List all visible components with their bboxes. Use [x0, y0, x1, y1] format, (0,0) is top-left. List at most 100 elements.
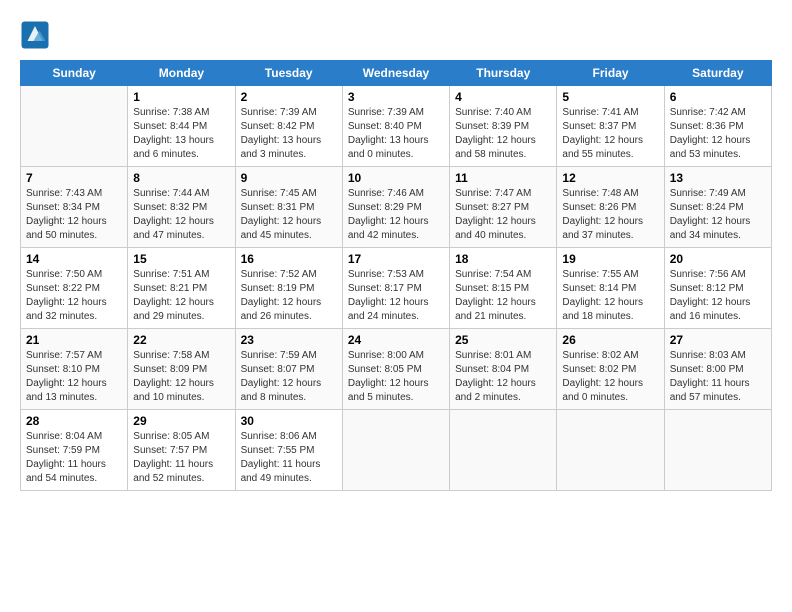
- day-number: 29: [133, 414, 229, 428]
- calendar-week-row: 1 Sunrise: 7:38 AM Sunset: 8:44 PM Daylig…: [21, 86, 772, 167]
- calendar-cell: 25 Sunrise: 8:01 AM Sunset: 8:04 PM Dayli…: [450, 329, 557, 410]
- day-number: 8: [133, 171, 229, 185]
- col-header-friday: Friday: [557, 61, 664, 86]
- logo: [20, 20, 54, 50]
- calendar-cell: 28 Sunrise: 8:04 AM Sunset: 7:59 PM Dayli…: [21, 410, 128, 491]
- calendar-cell: 15 Sunrise: 7:51 AM Sunset: 8:21 PM Dayli…: [128, 248, 235, 329]
- day-info: Sunrise: 7:47 AM Sunset: 8:27 PM Dayligh…: [455, 187, 551, 243]
- calendar-cell: 21Sunrise: 7:57 AM Sunset: 8:10 PM Dayli…: [21, 329, 128, 410]
- day-info: Sunrise: 7:41 AM Sunset: 8:37 PM Dayligh…: [562, 106, 658, 162]
- day-info: Sunrise: 7:50 AM Sunset: 8:22 PM Dayligh…: [26, 268, 122, 324]
- day-number: 1: [133, 90, 229, 104]
- calendar-cell: 11Sunrise: 7:47 AM Sunset: 8:27 PM Dayli…: [450, 167, 557, 248]
- col-header-monday: Monday: [128, 61, 235, 86]
- day-info: Sunrise: 8:01 AM Sunset: 8:04 PM Dayligh…: [455, 349, 551, 405]
- day-info: Sunrise: 7:52 AM Sunset: 8:19 PM Dayligh…: [241, 268, 337, 324]
- day-info: Sunrise: 7:48 AM Sunset: 8:26 PM Dayligh…: [562, 187, 658, 243]
- day-number: 7: [26, 171, 122, 185]
- day-number: 3: [348, 90, 444, 104]
- calendar-cell: 4 Sunrise: 7:40 AM Sunset: 8:39 PM Daylig…: [450, 86, 557, 167]
- day-info: Sunrise: 7:42 AM Sunset: 8:36 PM Dayligh…: [670, 106, 766, 162]
- day-number: 25: [455, 333, 551, 347]
- day-info: Sunrise: 7:46 AM Sunset: 8:29 PM Dayligh…: [348, 187, 444, 243]
- calendar-week-row: 21Sunrise: 7:57 AM Sunset: 8:10 PM Dayli…: [21, 329, 772, 410]
- day-number: 28: [26, 414, 122, 428]
- calendar-cell: 16 Sunrise: 7:52 AM Sunset: 8:19 PM Dayli…: [235, 248, 342, 329]
- day-info: Sunrise: 7:39 AM Sunset: 8:40 PM Dayligh…: [348, 106, 444, 162]
- calendar-cell: 12 Sunrise: 7:48 AM Sunset: 8:26 PM Dayli…: [557, 167, 664, 248]
- day-number: 9: [241, 171, 337, 185]
- logo-icon: [20, 20, 50, 50]
- calendar-table: SundayMondayTuesdayWednesdayThursdayFrid…: [20, 60, 772, 491]
- calendar-cell: 8 Sunrise: 7:44 AM Sunset: 8:32 PM Daylig…: [128, 167, 235, 248]
- calendar-cell: 3 Sunrise: 7:39 AM Sunset: 8:40 PM Daylig…: [342, 86, 449, 167]
- day-number: 5: [562, 90, 658, 104]
- day-info: Sunrise: 7:44 AM Sunset: 8:32 PM Dayligh…: [133, 187, 229, 243]
- calendar-cell: 22 Sunrise: 7:58 AM Sunset: 8:09 PM Dayli…: [128, 329, 235, 410]
- day-number: 19: [562, 252, 658, 266]
- day-number: 20: [670, 252, 766, 266]
- day-number: 15: [133, 252, 229, 266]
- day-number: 18: [455, 252, 551, 266]
- day-info: Sunrise: 8:06 AM Sunset: 7:55 PM Dayligh…: [241, 430, 337, 486]
- day-info: Sunrise: 7:59 AM Sunset: 8:07 PM Dayligh…: [241, 349, 337, 405]
- day-number: 17: [348, 252, 444, 266]
- calendar-cell: 23Sunrise: 7:59 AM Sunset: 8:07 PM Dayli…: [235, 329, 342, 410]
- day-number: 12: [562, 171, 658, 185]
- calendar-cell: 17 Sunrise: 7:53 AM Sunset: 8:17 PM Dayli…: [342, 248, 449, 329]
- day-info: Sunrise: 7:51 AM Sunset: 8:21 PM Dayligh…: [133, 268, 229, 324]
- day-info: Sunrise: 8:05 AM Sunset: 7:57 PM Dayligh…: [133, 430, 229, 486]
- day-number: 4: [455, 90, 551, 104]
- day-info: Sunrise: 7:45 AM Sunset: 8:31 PM Dayligh…: [241, 187, 337, 243]
- day-info: Sunrise: 7:55 AM Sunset: 8:14 PM Dayligh…: [562, 268, 658, 324]
- col-header-wednesday: Wednesday: [342, 61, 449, 86]
- calendar-week-row: 7 Sunrise: 7:43 AM Sunset: 8:34 PM Daylig…: [21, 167, 772, 248]
- calendar-cell: 24 Sunrise: 8:00 AM Sunset: 8:05 PM Dayli…: [342, 329, 449, 410]
- day-info: Sunrise: 7:53 AM Sunset: 8:17 PM Dayligh…: [348, 268, 444, 324]
- day-number: 2: [241, 90, 337, 104]
- calendar-cell: [664, 410, 771, 491]
- calendar-cell: 7 Sunrise: 7:43 AM Sunset: 8:34 PM Daylig…: [21, 167, 128, 248]
- calendar-week-row: 28 Sunrise: 8:04 AM Sunset: 7:59 PM Dayli…: [21, 410, 772, 491]
- day-info: Sunrise: 7:43 AM Sunset: 8:34 PM Dayligh…: [26, 187, 122, 243]
- calendar-week-row: 14Sunrise: 7:50 AM Sunset: 8:22 PM Dayli…: [21, 248, 772, 329]
- calendar-cell: 29 Sunrise: 8:05 AM Sunset: 7:57 PM Dayli…: [128, 410, 235, 491]
- calendar-cell: 2 Sunrise: 7:39 AM Sunset: 8:42 PM Daylig…: [235, 86, 342, 167]
- calendar-cell: 10 Sunrise: 7:46 AM Sunset: 8:29 PM Dayli…: [342, 167, 449, 248]
- calendar-cell: [450, 410, 557, 491]
- day-number: 21: [26, 333, 122, 347]
- day-info: Sunrise: 8:04 AM Sunset: 7:59 PM Dayligh…: [26, 430, 122, 486]
- col-header-sunday: Sunday: [21, 61, 128, 86]
- day-number: 30: [241, 414, 337, 428]
- calendar-cell: [342, 410, 449, 491]
- col-header-thursday: Thursday: [450, 61, 557, 86]
- calendar-cell: 27 Sunrise: 8:03 AM Sunset: 8:00 PM Dayli…: [664, 329, 771, 410]
- calendar-cell: 26 Sunrise: 8:02 AM Sunset: 8:02 PM Dayli…: [557, 329, 664, 410]
- calendar-cell: 20Sunrise: 7:56 AM Sunset: 8:12 PM Dayli…: [664, 248, 771, 329]
- day-info: Sunrise: 7:49 AM Sunset: 8:24 PM Dayligh…: [670, 187, 766, 243]
- day-info: Sunrise: 7:40 AM Sunset: 8:39 PM Dayligh…: [455, 106, 551, 162]
- calendar-cell: 18 Sunrise: 7:54 AM Sunset: 8:15 PM Dayli…: [450, 248, 557, 329]
- day-number: 13: [670, 171, 766, 185]
- day-number: 26: [562, 333, 658, 347]
- calendar-cell: 13 Sunrise: 7:49 AM Sunset: 8:24 PM Dayli…: [664, 167, 771, 248]
- col-header-tuesday: Tuesday: [235, 61, 342, 86]
- calendar-cell: [557, 410, 664, 491]
- day-number: 24: [348, 333, 444, 347]
- day-info: Sunrise: 7:38 AM Sunset: 8:44 PM Dayligh…: [133, 106, 229, 162]
- day-number: 16: [241, 252, 337, 266]
- day-info: Sunrise: 7:58 AM Sunset: 8:09 PM Dayligh…: [133, 349, 229, 405]
- day-info: Sunrise: 8:03 AM Sunset: 8:00 PM Dayligh…: [670, 349, 766, 405]
- day-info: Sunrise: 8:00 AM Sunset: 8:05 PM Dayligh…: [348, 349, 444, 405]
- calendar-cell: 6Sunrise: 7:42 AM Sunset: 8:36 PM Daylig…: [664, 86, 771, 167]
- day-number: 27: [670, 333, 766, 347]
- day-number: 22: [133, 333, 229, 347]
- day-info: Sunrise: 7:54 AM Sunset: 8:15 PM Dayligh…: [455, 268, 551, 324]
- calendar-cell: 9 Sunrise: 7:45 AM Sunset: 8:31 PM Daylig…: [235, 167, 342, 248]
- day-number: 10: [348, 171, 444, 185]
- day-info: Sunrise: 8:02 AM Sunset: 8:02 PM Dayligh…: [562, 349, 658, 405]
- calendar-cell: 14Sunrise: 7:50 AM Sunset: 8:22 PM Dayli…: [21, 248, 128, 329]
- calendar-cell: 1 Sunrise: 7:38 AM Sunset: 8:44 PM Daylig…: [128, 86, 235, 167]
- day-info: Sunrise: 7:39 AM Sunset: 8:42 PM Dayligh…: [241, 106, 337, 162]
- col-header-saturday: Saturday: [664, 61, 771, 86]
